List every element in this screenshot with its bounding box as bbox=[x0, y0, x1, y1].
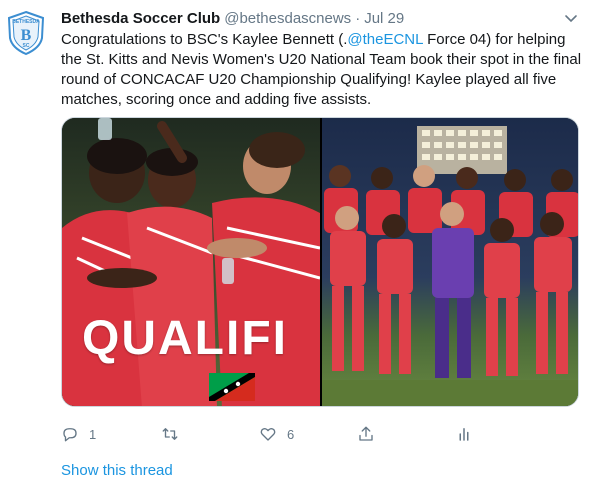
reply-icon bbox=[63, 428, 77, 442]
tweet-text-line: round of CONCACAF U20 Championship Quali… bbox=[61, 71, 557, 88]
retweet-button[interactable] bbox=[161, 424, 189, 444]
tweet-text: Congratulations to BSC's Kaylee Bennett … bbox=[61, 30, 581, 110]
like-count: 6 bbox=[287, 426, 295, 442]
analytics-button[interactable] bbox=[455, 424, 473, 444]
analytics-icon bbox=[459, 428, 469, 441]
author-name[interactable]: Bethesda Soccer Club bbox=[61, 10, 220, 27]
tweet-text-line: the St. Kitts and Nevis Women's U20 Nati… bbox=[61, 51, 582, 68]
chevron-down-icon[interactable] bbox=[563, 11, 579, 27]
separator-dot: · bbox=[355, 10, 361, 27]
tweet-header: Bethesda Soccer Club @bethesdascnews · Jul … bbox=[61, 9, 579, 29]
tweet-media[interactable]: QUALIFI bbox=[61, 117, 579, 407]
mention-link[interactable]: @theECNL bbox=[347, 31, 423, 48]
avatar-letter: B bbox=[21, 27, 32, 44]
reply-count: 1 bbox=[89, 426, 97, 442]
tweet-actions: 1 6 bbox=[61, 424, 481, 444]
avatar-sub: SC bbox=[23, 43, 30, 49]
tweet-text-line: matches, scoring once and adding five as… bbox=[61, 91, 372, 108]
tweet-card[interactable]: BETHESDA B SC Bethesda Soccer Club @bethe… bbox=[0, 0, 589, 480]
retweet-icon bbox=[162, 428, 178, 440]
media-photo-celebration[interactable]: QUALIFI bbox=[62, 118, 320, 406]
share-button[interactable] bbox=[357, 424, 375, 444]
heart-icon bbox=[260, 427, 276, 441]
avatar[interactable]: BETHESDA B SC bbox=[6, 10, 46, 56]
share-icon bbox=[359, 426, 373, 441]
tweet-date[interactable]: Jul 29 bbox=[364, 10, 404, 27]
show-thread-link[interactable]: Show this thread bbox=[61, 462, 173, 480]
avatar-text: BETHESDA bbox=[12, 19, 40, 25]
reply-button[interactable]: 1 bbox=[61, 424, 96, 444]
media-overlay-text: QUALIFI bbox=[82, 312, 288, 365]
author-handle[interactable]: @bethesdascnews bbox=[224, 10, 351, 27]
like-button[interactable]: 6 bbox=[259, 424, 294, 444]
media-photo-team[interactable] bbox=[322, 118, 578, 406]
tweet-text-line: Congratulations to BSC's Kaylee Bennett … bbox=[61, 31, 566, 48]
flag-icon bbox=[209, 373, 255, 401]
